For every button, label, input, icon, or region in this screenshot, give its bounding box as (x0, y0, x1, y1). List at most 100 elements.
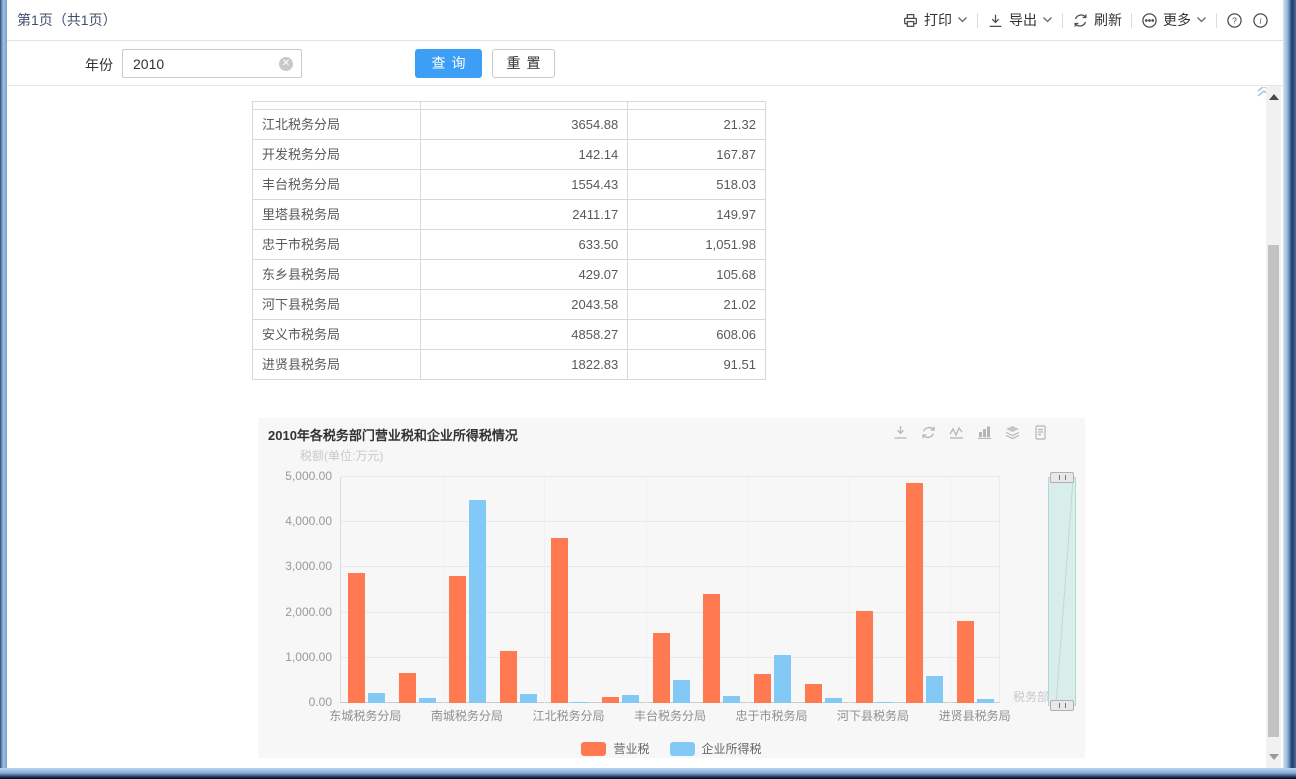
table-cell: 518.03 (628, 170, 766, 199)
stack-icon[interactable] (1004, 424, 1021, 441)
legend-label: 营业税 (613, 740, 649, 757)
toolbar-actions: 打印 导出 刷新 更多 (902, 10, 1269, 30)
table-cell: 149.97 (628, 200, 766, 229)
gridline (341, 566, 1001, 567)
line-chart-icon[interactable] (948, 424, 965, 441)
clear-input-icon[interactable]: ✕ (279, 57, 293, 71)
chart-legend: 营业税 企业所得税 (258, 740, 1085, 757)
bar-营业税 (449, 576, 466, 703)
toolbar-separator (1131, 13, 1132, 28)
info-button[interactable]: i (1252, 12, 1269, 29)
bar-企业所得税 (876, 702, 893, 703)
download-icon[interactable] (892, 424, 909, 441)
more-button[interactable]: 更多 (1141, 10, 1207, 30)
table-row: 安义市税务局4858.27608.06 (253, 320, 766, 350)
gridline (747, 477, 748, 703)
bar-营业税 (602, 697, 619, 703)
year-input-wrapper: ✕ (122, 49, 302, 78)
svg-text:?: ? (1232, 15, 1237, 25)
bar-营业税 (399, 673, 416, 703)
legend-item[interactable]: 企业所得税 (670, 740, 762, 757)
table-cell: 167.87 (628, 140, 766, 169)
gridline (341, 612, 1001, 613)
page-indicator: 第1页（共1页） (17, 10, 117, 30)
table-cell: 608.06 (628, 320, 766, 349)
window-border-bottom (0, 768, 1296, 779)
table-row: 河下县税务局2043.5821.02 (253, 290, 766, 320)
data-zoom-handle-bottom[interactable] (1050, 700, 1074, 711)
window-border-right (1283, 0, 1296, 779)
scroll-up-arrow-icon[interactable] (1269, 94, 1279, 100)
toolbar-separator (1216, 13, 1217, 28)
report-content: 江北税务分局3654.8821.32开发税务分局142.14167.87丰台税务… (7, 87, 1266, 768)
table-cell: 忠于市税务局 (253, 230, 421, 259)
report-table: 江北税务分局3654.8821.32开发税务分局142.14167.87丰台税务… (252, 101, 766, 380)
chevron-down-icon (1042, 16, 1053, 24)
gridline (341, 657, 1001, 658)
y-tick-label: 5,000.00 (258, 469, 332, 483)
help-button[interactable]: ? (1226, 12, 1243, 29)
y-tick-label: 4,000.00 (258, 514, 332, 528)
data-view-icon[interactable] (1032, 424, 1049, 441)
gridline (341, 521, 1001, 522)
export-button[interactable]: 导出 (987, 10, 1053, 30)
chart-title: 2010年各税务部门营业税和企业所得税情况 (268, 425, 518, 444)
chevron-down-icon (957, 16, 968, 24)
table-cell: 2043.58 (421, 290, 629, 319)
collapse-panel-icon[interactable] (1254, 87, 1266, 99)
bar-企业所得税 (673, 680, 690, 703)
y-axis-title: 税额(单位:万元) (300, 447, 383, 464)
data-zoom-handle-top[interactable] (1050, 472, 1074, 483)
bar-企业所得税 (622, 695, 639, 703)
legend-swatch (581, 742, 606, 756)
table-cell: 进贤县税务局 (253, 350, 421, 379)
legend-item[interactable]: 营业税 (581, 740, 649, 757)
search-button[interactable]: 查询 (415, 49, 482, 78)
bar-营业税 (805, 684, 822, 703)
top-toolbar: 第1页（共1页） 打印 导出 刷新 (7, 0, 1283, 41)
table-row: 里塔县税务局2411.17149.97 (253, 200, 766, 230)
scroll-down-arrow-icon[interactable] (1269, 754, 1279, 760)
table-cell: 2411.17 (421, 200, 629, 229)
table-cell: 91.51 (628, 350, 766, 379)
table-cell: 安义市税务局 (253, 320, 421, 349)
bar-营业税 (551, 538, 568, 703)
table-cell: 开发税务分局 (253, 140, 421, 169)
data-zoom-slider[interactable] (1048, 477, 1076, 706)
query-panel: 年份 ✕ 查询 重置 (7, 42, 1283, 86)
table-cell: 里塔县税务局 (253, 200, 421, 229)
table-cell: 河下县税务局 (253, 290, 421, 319)
bar-企业所得税 (469, 500, 486, 703)
chart-plot-area (340, 477, 1000, 703)
table-cell: 1554.43 (421, 170, 629, 199)
table-cell: 丰台税务分局 (253, 170, 421, 199)
window-border-left (0, 0, 7, 779)
y-tick-label: 3,000.00 (258, 559, 332, 573)
bar-企业所得税 (571, 702, 588, 703)
y-tick-label: 2,000.00 (258, 605, 332, 619)
table-cell: 1822.83 (421, 350, 629, 379)
bar-企业所得税 (825, 698, 842, 703)
bar-营业税 (703, 594, 720, 703)
restore-icon[interactable] (920, 424, 937, 441)
bar-企业所得税 (419, 698, 436, 703)
reset-button[interactable]: 重置 (492, 49, 555, 78)
toolbar-separator (1062, 13, 1063, 28)
year-input[interactable] (123, 50, 263, 77)
vertical-scrollbar[interactable] (1266, 86, 1281, 768)
bar-营业税 (348, 573, 365, 703)
bar-企业所得税 (774, 655, 791, 703)
table-cell: 1,051.98 (628, 230, 766, 259)
download-icon (987, 12, 1004, 29)
table-cell: 105.68 (628, 260, 766, 289)
x-tick-label: 进贤县税务局 (910, 707, 1040, 724)
scrollbar-thumb[interactable] (1268, 245, 1279, 737)
printer-icon (902, 12, 919, 29)
info-circle-icon: i (1252, 12, 1269, 29)
refresh-button[interactable]: 刷新 (1072, 10, 1122, 30)
print-button[interactable]: 打印 (902, 10, 968, 30)
table-cell: 4858.27 (421, 320, 629, 349)
bar-chart-icon[interactable] (976, 424, 993, 441)
bar-企业所得税 (926, 676, 943, 703)
bar-企业所得税 (520, 694, 537, 703)
